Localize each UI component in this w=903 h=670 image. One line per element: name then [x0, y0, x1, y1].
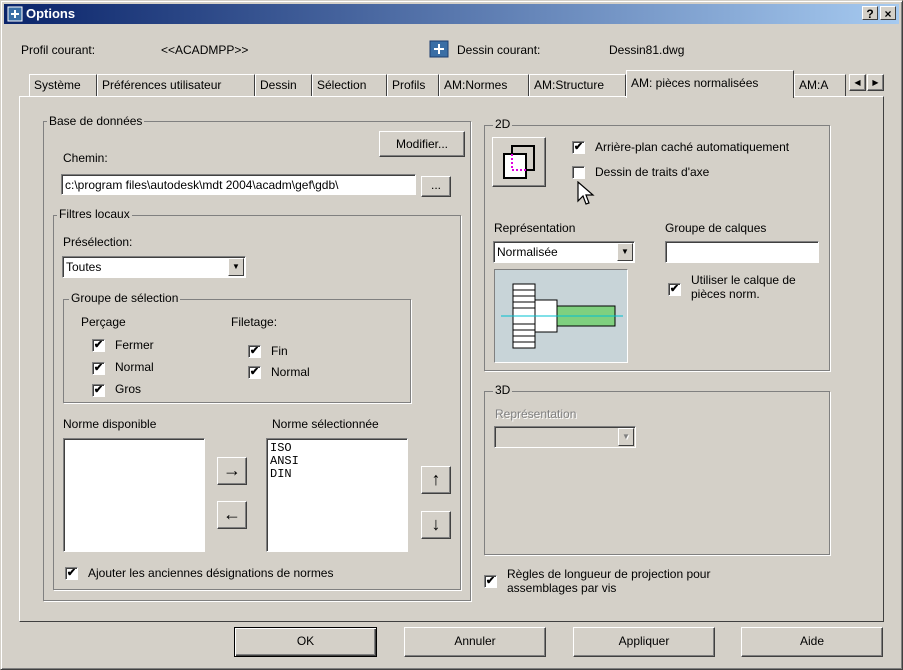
profil-value: <<ACADMPP>>	[161, 43, 249, 57]
representation-2d-label: Représentation	[494, 221, 576, 235]
percage-fermer-checkbox[interactable]: ✔	[92, 339, 105, 352]
window-title: Options	[26, 6, 76, 21]
base-donnees-label: Base de données	[47, 114, 145, 128]
tab-scroll-left-button[interactable]: ◀	[849, 74, 866, 91]
percage-gros-label: Gros	[115, 382, 142, 396]
regles-label-2: assemblages par vis	[507, 581, 617, 595]
move-down-button[interactable]: ↓	[421, 511, 451, 539]
preselection-label: Présélection:	[63, 235, 133, 249]
norme-disponible-list[interactable]	[63, 438, 205, 552]
norme-selectionnee-label: Norme sélectionnée	[272, 417, 379, 431]
preselection-value: Toutes	[66, 260, 102, 274]
arriere-plan-label: Arrière-plan caché automatiquement	[595, 140, 790, 154]
percage-label: Perçage	[81, 315, 126, 329]
utiliser-calque-label-1: Utiliser le calque de	[691, 273, 796, 287]
filetage-normal-label: Normal	[271, 365, 310, 379]
group-2d-label: 2D	[493, 117, 513, 131]
browse-button[interactable]: ...	[421, 176, 451, 197]
norme-selectionnee-list[interactable]: ISO ANSI DIN	[266, 438, 408, 552]
annuler-button[interactable]: Annuler	[404, 627, 546, 657]
remove-norme-button[interactable]: ←	[217, 501, 247, 529]
groupe-calques-label: Groupe de calques	[665, 221, 767, 235]
app-icon	[7, 6, 23, 22]
modifier-button[interactable]: Modifier...	[379, 131, 465, 157]
drawing-icon	[429, 40, 449, 58]
tab-systeme[interactable]: Système	[29, 74, 97, 96]
utiliser-calque-checkbox[interactable]: ✔	[668, 283, 681, 296]
bolt-preview-icon	[501, 283, 623, 349]
tab-am-normes[interactable]: AM:Normes	[439, 74, 529, 96]
add-norme-button[interactable]: →	[217, 457, 247, 485]
anciennes-designations-checkbox[interactable]: ✔	[65, 567, 78, 580]
representation-3d-label: Représentation	[495, 407, 577, 421]
chemin-value: c:\program files\autodesk\mdt 2004\acadm…	[65, 178, 339, 192]
chemin-label: Chemin:	[63, 151, 108, 165]
tab-am-pieces-normalisees[interactable]: AM: pièces normalisées	[626, 70, 794, 98]
filetage-normal-checkbox[interactable]: ✔	[248, 366, 261, 379]
representation-2d-value: Normalisée	[497, 245, 558, 259]
utiliser-calque-label-2: pièces norm.	[691, 287, 760, 301]
profil-label: Profil courant:	[21, 43, 96, 57]
chemin-field[interactable]: c:\program files\autodesk\mdt 2004\acadm…	[61, 174, 416, 195]
norme-disponible-label: Norme disponible	[63, 417, 157, 431]
chevron-down-icon: ▼	[228, 258, 244, 276]
groupe-selection-label: Groupe de sélection	[69, 291, 181, 305]
percage-fermer-label: Fermer	[115, 338, 154, 352]
preselection-select[interactable]: Toutes ▼	[62, 256, 246, 278]
traits-axe-checkbox[interactable]	[572, 166, 585, 179]
percage-gros-checkbox[interactable]: ✔	[92, 384, 105, 397]
chevron-down-icon: ▼	[618, 428, 634, 446]
traits-axe-label: Dessin de traits d'axe	[595, 165, 710, 179]
arriere-plan-checkbox[interactable]: ✔	[572, 141, 585, 154]
dessin-label: Dessin courant:	[457, 43, 541, 57]
tab-am-a[interactable]: AM:A	[794, 74, 846, 96]
tab-selection[interactable]: Sélection	[312, 74, 387, 96]
hidden-line-icon	[503, 145, 535, 179]
groupe-calques-field[interactable]	[665, 241, 819, 263]
representation-3d-select[interactable]: ▼	[494, 426, 636, 448]
title-bar[interactable]: Options ? ×	[4, 4, 899, 24]
help-button[interactable]: ?	[862, 6, 878, 21]
regles-label-1: Règles de longueur de projection pour	[507, 567, 711, 581]
list-item[interactable]: DIN	[270, 468, 292, 481]
ok-button[interactable]: OK	[234, 627, 377, 657]
bolt-preview	[494, 269, 628, 363]
percage-normal-checkbox[interactable]: ✔	[92, 362, 105, 375]
mouse-cursor-icon	[577, 181, 595, 205]
tab-am-structure[interactable]: AM:Structure	[529, 74, 626, 96]
tab-dessin[interactable]: Dessin	[255, 74, 312, 96]
filetage-fin-checkbox[interactable]: ✔	[248, 345, 261, 358]
move-up-button[interactable]: ↑	[421, 466, 451, 494]
group-3d-label: 3D	[493, 383, 513, 397]
appliquer-button[interactable]: Appliquer	[573, 627, 715, 657]
dessin-value: Dessin81.dwg	[609, 43, 685, 57]
percage-normal-label: Normal	[115, 360, 154, 374]
tab-profils[interactable]: Profils	[387, 74, 439, 96]
anciennes-designations-label: Ajouter les anciennes désignations de no…	[88, 566, 334, 580]
filetage-fin-label: Fin	[271, 344, 288, 358]
tab-scroll-right-button[interactable]: ▶	[867, 74, 884, 91]
aide-button[interactable]: Aide	[741, 627, 883, 657]
representation-2d-select[interactable]: Normalisée ▼	[493, 241, 635, 263]
close-button[interactable]: ×	[880, 6, 896, 21]
hidden-line-style-button[interactable]	[492, 137, 546, 187]
tab-preferences[interactable]: Préférences utilisateur	[97, 74, 255, 96]
regles-checkbox[interactable]: ✔	[484, 575, 497, 588]
options-dialog: Options ? × Profil courant: <<ACADMPP>> …	[0, 0, 903, 670]
filtres-locaux-label: Filtres locaux	[57, 207, 132, 221]
filetage-label: Filetage:	[231, 315, 278, 329]
chevron-down-icon: ▼	[617, 243, 633, 261]
